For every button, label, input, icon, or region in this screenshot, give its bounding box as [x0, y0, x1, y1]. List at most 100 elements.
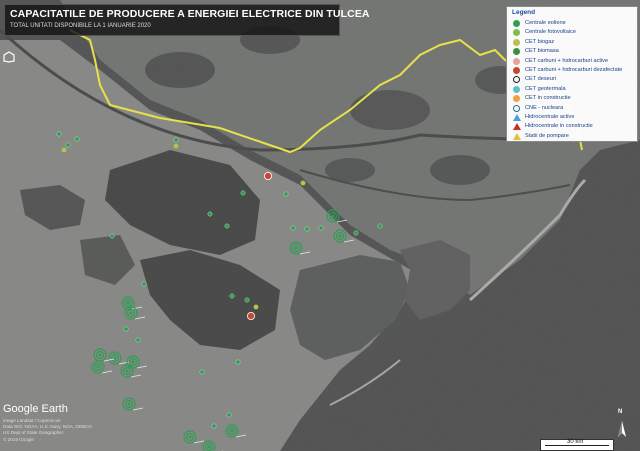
legend-dot-icon: [513, 29, 520, 37]
wind-turbine-marker[interactable]: [173, 137, 179, 143]
wind-turbine-marker[interactable]: [283, 191, 289, 197]
wind-turbine-marker[interactable]: [141, 281, 147, 287]
wind-farm-marker[interactable]: [225, 424, 247, 438]
scale-bar: 30 km: [540, 439, 614, 451]
wind-farm-dot[interactable]: [126, 301, 130, 305]
legend-panel: Legend Centrale eoliene Centrale fotovolt…: [506, 6, 638, 142]
wind-farm-dot[interactable]: [129, 311, 133, 315]
wind-turbine-marker[interactable]: [240, 190, 246, 196]
wind-turbine-marker[interactable]: [199, 369, 205, 375]
wind-farm-marker[interactable]: [93, 348, 115, 362]
legend-item-label: CET biogaz: [525, 38, 555, 45]
wind-turbine-marker[interactable]: [109, 233, 115, 239]
map-view[interactable]: CAPACITATILE DE PRODUCERE A ENERGIEI ELE…: [0, 0, 640, 451]
wind-turbine-marker[interactable]: [235, 359, 241, 365]
wind-turbine-marker[interactable]: [56, 131, 62, 137]
wind-turbine-marker[interactable]: [229, 293, 235, 299]
google-earth-logo: Google Earth: [3, 403, 68, 415]
legend-item-label: Statii de pompare: [525, 132, 569, 139]
legend-dot-icon: [513, 85, 520, 93]
wind-farm-line[interactable]: [130, 374, 142, 378]
map-subtitle: TOTAL UNITATI DISPONIBILE LA 1 IANUARIE …: [10, 23, 151, 29]
wind-turbine-marker[interactable]: [211, 423, 217, 429]
legend-item-label: CET deseuri: [525, 76, 556, 83]
legend-item-label: Centrale eoliene: [525, 20, 566, 26]
wind-farm-dot[interactable]: [331, 214, 335, 218]
legend-item-label: Hidrocentrale in constructie: [525, 123, 593, 130]
wind-turbine-marker[interactable]: [123, 326, 129, 332]
wind-farm-marker[interactable]: [289, 241, 311, 255]
legend-item-label: CET carbuni + hidrocarburi dezafectate: [525, 67, 623, 73]
home-icon[interactable]: [3, 50, 15, 63]
wind-farm-line[interactable]: [132, 407, 144, 411]
wind-farm-dot[interactable]: [338, 234, 342, 238]
wind-farm-line[interactable]: [299, 251, 311, 255]
wind-farm-line[interactable]: [235, 434, 247, 438]
legend-dot-icon: [513, 20, 520, 27]
wind-farm-marker[interactable]: [122, 397, 144, 411]
wind-turbine-marker[interactable]: [244, 297, 250, 303]
legend-triangle-icon: [513, 123, 521, 131]
legend-dot-icon: [513, 57, 520, 65]
marker-layer: [56, 131, 383, 451]
wind-farm-dot[interactable]: [96, 365, 100, 369]
legend-dot-icon: [513, 95, 520, 103]
wind-farm-line[interactable]: [336, 219, 348, 223]
wind-turbine-marker[interactable]: [304, 226, 310, 232]
wind-turbine-marker[interactable]: [353, 230, 359, 236]
wind-turbine-marker[interactable]: [377, 223, 383, 229]
wind-farm-dot[interactable]: [294, 246, 298, 250]
north-arrow-icon: N: [612, 409, 632, 441]
biogas-marker[interactable]: [300, 180, 306, 186]
wind-farm-dot[interactable]: [188, 435, 192, 439]
wind-farm-dot[interactable]: [98, 353, 102, 357]
thermal-plant-dot[interactable]: [246, 311, 255, 320]
thermal-plant-dot[interactable]: [263, 171, 272, 180]
wind-farm-marker[interactable]: [202, 440, 223, 451]
scale-line: [545, 445, 609, 446]
credit-line: © 2019 Google: [3, 436, 34, 442]
wind-farm-dot[interactable]: [131, 360, 135, 364]
biogas-marker[interactable]: [173, 143, 179, 149]
wind-farm-marker[interactable]: [183, 430, 205, 444]
wind-turbine-marker[interactable]: [226, 412, 232, 418]
wind-farm-dot[interactable]: [127, 402, 131, 406]
legend-item: Statii de pompare: [511, 132, 637, 142]
wind-farm-marker[interactable]: [91, 360, 113, 374]
wind-turbine-marker[interactable]: [224, 223, 230, 229]
wind-farm-line[interactable]: [343, 239, 355, 243]
wind-farm-marker[interactable]: [326, 209, 348, 223]
legend-title: Legend: [512, 9, 536, 16]
legend-dot-icon: [513, 67, 520, 74]
legend-triangle-icon: [513, 114, 521, 121]
wind-turbine-marker[interactable]: [318, 225, 324, 231]
wind-turbine-marker[interactable]: [290, 225, 296, 231]
wind-farm-line[interactable]: [136, 365, 148, 369]
wind-farm-marker[interactable]: [333, 229, 355, 243]
biogas-marker[interactable]: [253, 304, 259, 310]
wind-farm-marker[interactable]: [120, 364, 142, 378]
wind-farm-dot[interactable]: [125, 369, 129, 373]
biogas-marker[interactable]: [61, 147, 67, 153]
map-title: CAPACITATILE DE PRODUCERE A ENERGIEI ELE…: [10, 8, 370, 20]
wind-turbine-marker[interactable]: [135, 337, 141, 343]
wind-farm-line[interactable]: [193, 440, 205, 444]
wind-turbine-marker[interactable]: [65, 142, 71, 148]
legend-item-label: CET carbuni + hidrocarburi active: [525, 57, 609, 64]
legend-ring-icon: [513, 104, 520, 112]
wind-turbine-marker[interactable]: [74, 136, 80, 142]
legend-ring-icon: [513, 76, 520, 84]
wind-farm-dot[interactable]: [230, 429, 234, 433]
imagery-credits: Image Landsat / Copernicus Data SIO, NOA…: [3, 418, 92, 443]
wind-farm-marker[interactable]: [108, 351, 130, 365]
thermal-plant-marker[interactable]: [263, 171, 272, 180]
wind-farm-dot[interactable]: [207, 445, 211, 449]
legend-item-label: CET geotermala: [525, 85, 566, 92]
legend-triangle-icon: [513, 132, 521, 140]
thermal-plant-marker[interactable]: [246, 311, 255, 320]
wind-farm-line[interactable]: [101, 370, 113, 374]
wind-turbine-marker[interactable]: [207, 211, 213, 217]
legend-item-label: CET biomasa: [525, 48, 559, 55]
wind-farm-line[interactable]: [134, 316, 146, 320]
north-label: N: [618, 409, 623, 415]
